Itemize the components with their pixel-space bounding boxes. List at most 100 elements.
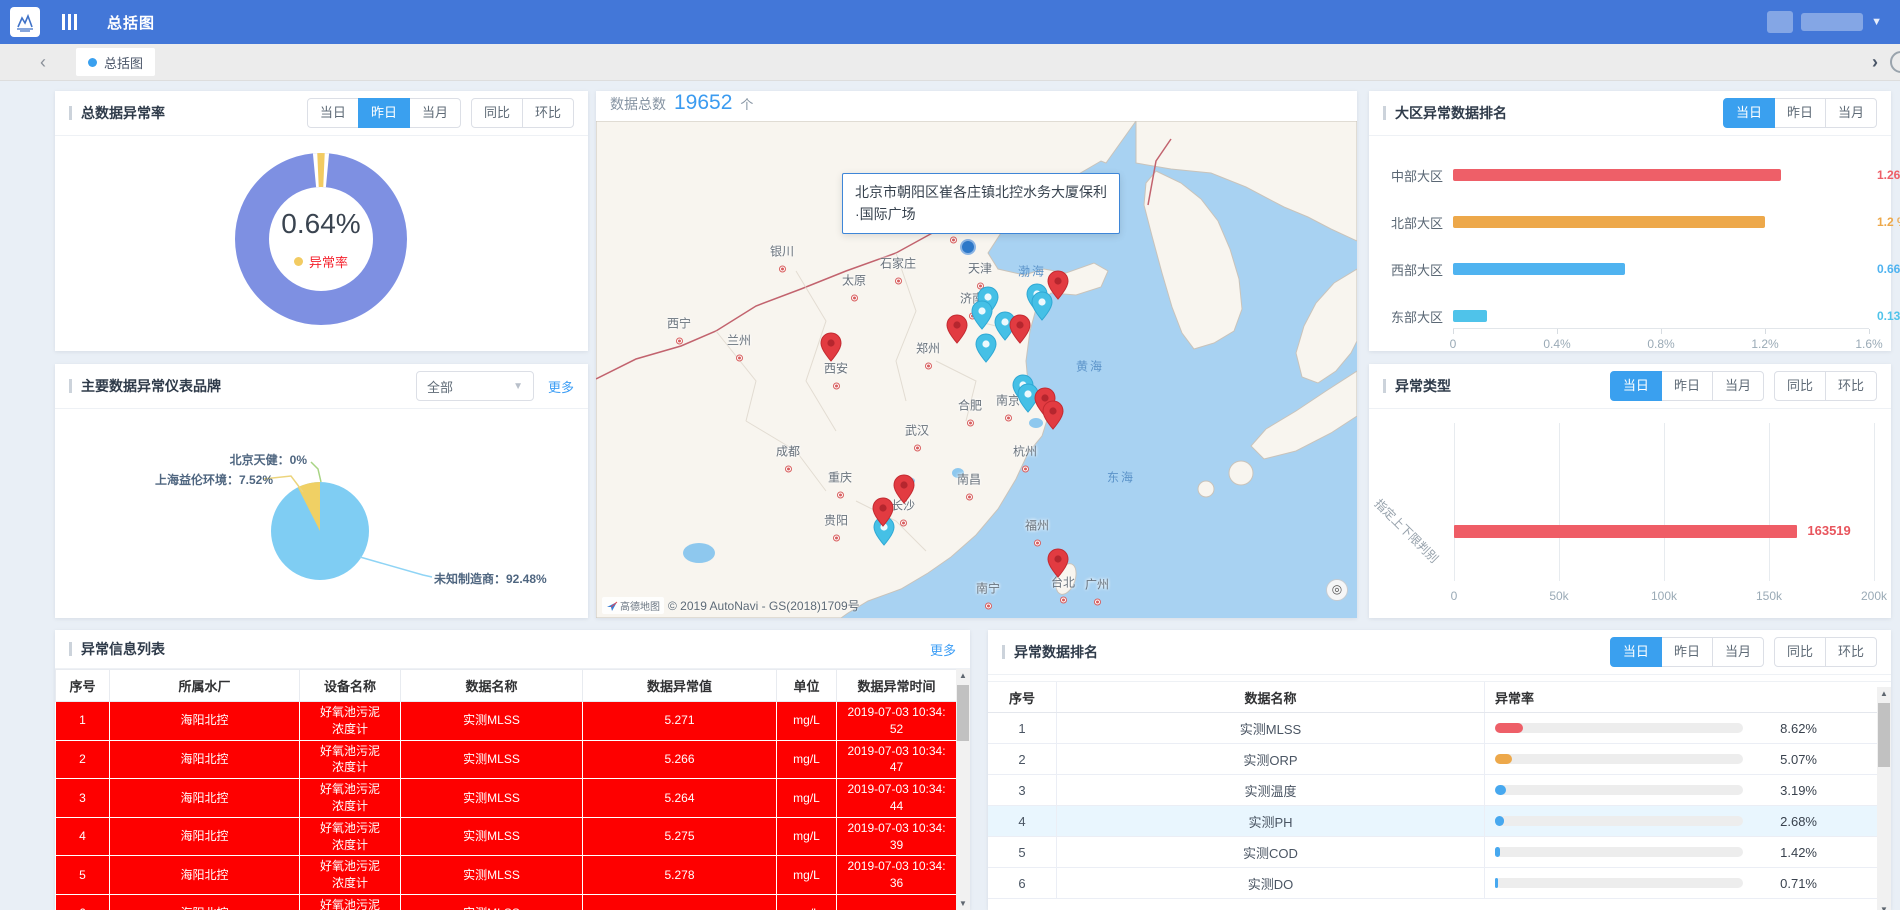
app-logo[interactable] — [10, 7, 40, 37]
tabs-scroll-right-icon[interactable]: › — [1860, 44, 1890, 80]
rank-table: 序号数据名称异常率1实测MLSS8.62%2实测ORP5.07%3实测温度3.1… — [988, 681, 1891, 899]
tab-overview[interactable]: 总括图 — [76, 48, 155, 76]
rank-row[interactable]: 1实测MLSS8.62% — [988, 713, 1891, 744]
compare-tab-环比[interactable]: 环比 — [1825, 637, 1877, 667]
alarm-row[interactable]: 2海阳北控好氧池污泥浓度计实测MLSS5.266mg/L2019-07-03 1… — [56, 740, 957, 779]
scroll-down-icon[interactable]: ▼ — [1877, 903, 1891, 910]
rank-row[interactable]: 2实测ORP5.07% — [988, 744, 1891, 775]
rank-row[interactable]: 6实测DO0.71% — [988, 868, 1891, 899]
type-category-label: 指定上下限判别 — [1371, 495, 1442, 566]
donut-chart-svg — [221, 139, 421, 339]
panel-brand-anomaly: 主要数据异常仪表品牌 全部 ▼ 更多 北京天健：0% 上海益伦环境：7.52% … — [55, 364, 588, 618]
compare-tab-环比[interactable]: 环比 — [522, 98, 574, 128]
alarm-table-wrap: 序号所属水厂设备名称数据名称数据异常值单位数据异常时间1海阳北控好氧池污泥浓度计… — [55, 669, 970, 910]
map-pin-red[interactable] — [1042, 400, 1064, 430]
top-navbar: 总括图 ▼ — [0, 0, 1900, 44]
map-pin-red[interactable] — [872, 497, 894, 527]
map-pin-red[interactable] — [1047, 270, 1069, 300]
panel-rank-tabs: 当日昨日当月同比环比 — [1610, 637, 1877, 667]
time-tab-当日[interactable]: 当日 — [1610, 637, 1662, 667]
user-menu-caret-icon[interactable]: ▼ — [1871, 16, 1882, 28]
time-tab-昨日[interactable]: 昨日 — [1661, 637, 1713, 667]
time-tab-昨日[interactable]: 昨日 — [358, 98, 410, 128]
tabs-refresh-icon[interactable] — [1890, 51, 1900, 73]
rank-col-header: 序号 — [988, 682, 1057, 712]
pie-label-shyl: 上海益伦环境：7.52% — [155, 471, 273, 488]
rank-row[interactable]: 3实测温度3.19% — [988, 775, 1891, 806]
panel-region-tabs: 当日昨日当月 — [1723, 98, 1877, 128]
map-pin-blue[interactable] — [975, 333, 997, 363]
type-bar — [1454, 525, 1797, 538]
alarm-more-link[interactable]: 更多 — [930, 640, 956, 659]
map-pin-red[interactable] — [1009, 314, 1031, 344]
time-tab-当月[interactable]: 当月 — [1712, 371, 1764, 401]
compare-tab-同比[interactable]: 同比 — [1774, 637, 1826, 667]
alarm-col-header: 数据异常时间 — [837, 670, 957, 702]
panel-brand-title: 主要数据异常仪表品牌 — [69, 376, 221, 396]
rank-row[interactable]: 5实测COD1.42% — [988, 837, 1891, 868]
panel-region-rank: 大区异常数据排名 当日昨日当月 中部大区1.26 %北部大区1.2 %西部大区0… — [1369, 91, 1891, 351]
time-tab-昨日[interactable]: 昨日 — [1774, 98, 1826, 128]
panel-region-title: 大区异常数据排名 — [1383, 103, 1507, 123]
map-pin-red[interactable] — [946, 314, 968, 344]
menu-toggle-icon[interactable] — [62, 14, 77, 30]
map-header: 数据总数 19652 个 — [596, 91, 1357, 121]
region-bar-row: 中部大区1.26 % — [1369, 153, 1891, 197]
page-title: 总括图 — [107, 12, 155, 33]
alarm-row[interactable]: 6海阳北控好氧池污泥浓度计实测MLSSmg/L — [56, 894, 957, 910]
alarm-row[interactable]: 5海阳北控好氧池污泥浓度计实测MLSS5.278mg/L2019-07-03 1… — [56, 856, 957, 895]
time-tab-当日[interactable]: 当日 — [307, 98, 359, 128]
map-total-value: 19652 — [674, 91, 732, 115]
time-tab-当月[interactable]: 当月 — [1825, 98, 1877, 128]
scroll-down-icon[interactable]: ▼ — [956, 897, 970, 910]
alarm-row[interactable]: 3海阳北控好氧池污泥浓度计实测MLSS5.264mg/L2019-07-03 1… — [56, 779, 957, 818]
user-avatar[interactable] — [1767, 11, 1793, 33]
map-locate-button[interactable]: ◎ — [1326, 579, 1348, 601]
tabs-scroll-left-icon[interactable]: ‹ — [28, 44, 58, 80]
panel-type-title: 异常类型 — [1383, 376, 1451, 396]
map-pin-red[interactable] — [893, 474, 915, 504]
rank-bar — [1495, 754, 1512, 764]
compare-tab-同比[interactable]: 同比 — [471, 98, 523, 128]
scroll-up-icon[interactable]: ▲ — [956, 669, 970, 683]
panel-anomaly-type: 异常类型 当日昨日当月同比环比 指定上下限判别 050k100k150k200k… — [1369, 364, 1891, 618]
time-tab-当月[interactable]: 当月 — [409, 98, 461, 128]
alarm-row[interactable]: 1海阳北控好氧池污泥浓度计实测MLSS5.271mg/L2019-07-03 1… — [56, 702, 957, 741]
alarm-row[interactable]: 4海阳北控好氧池污泥浓度计实测MLSS5.275mg/L2019-07-03 1… — [56, 817, 957, 856]
time-tab-昨日[interactable]: 昨日 — [1661, 371, 1713, 401]
alarm-col-header: 数据名称 — [401, 670, 583, 702]
page-tabbar: ‹ 总括图 › — [0, 44, 1900, 81]
brand-filter-value: 全部 — [427, 377, 453, 396]
user-name[interactable] — [1801, 13, 1863, 31]
map-pin-red[interactable] — [1047, 548, 1069, 578]
scroll-up-icon[interactable]: ▲ — [1877, 687, 1891, 701]
map-pin-blue[interactable] — [971, 300, 993, 330]
alarm-table: 序号所属水厂设备名称数据名称数据异常值单位数据异常时间1海阳北控好氧池污泥浓度计… — [55, 669, 957, 910]
alarm-col-header: 数据异常值 — [583, 670, 777, 702]
region-bar — [1453, 310, 1487, 322]
time-tab-当月[interactable]: 当月 — [1712, 637, 1764, 667]
alarm-col-header: 序号 — [56, 670, 110, 702]
region-bar-row: 北部大区1.2 % — [1369, 200, 1891, 244]
rank-bar — [1495, 816, 1504, 826]
rank-scrollbar[interactable]: ▲ ▼ — [1877, 687, 1891, 910]
brand-filter-select[interactable]: 全部 ▼ — [416, 371, 534, 401]
alarm-scrollbar[interactable]: ▲ ▼ — [956, 669, 970, 910]
time-tab-当日[interactable]: 当日 — [1610, 371, 1662, 401]
region-bar-chart: 中部大区1.26 %北部大区1.2 %西部大区0.66 %东部大区0.13 % … — [1369, 136, 1891, 352]
panel-rank-header: 异常数据排名 当日昨日当月同比环比 — [988, 630, 1891, 675]
tab-label: 总括图 — [104, 53, 143, 72]
time-tab-当日[interactable]: 当日 — [1723, 98, 1775, 128]
rank-row[interactable]: 4实测PH2.68% — [988, 806, 1891, 837]
compare-tab-环比[interactable]: 环比 — [1825, 371, 1877, 401]
map-pin-red[interactable] — [820, 332, 842, 362]
selected-city-marker[interactable] — [960, 239, 976, 255]
rank-bar — [1495, 785, 1506, 795]
type-bar-chart: 指定上下限判别 050k100k150k200k163519 — [1369, 409, 1891, 618]
compare-tab-同比[interactable]: 同比 — [1774, 371, 1826, 401]
brand-more-link[interactable]: 更多 — [548, 377, 574, 396]
map-copyright: © 2019 AutoNavi - GS(2018)1709号 — [668, 597, 860, 614]
panel-type-tabs: 当日昨日当月同比环比 — [1610, 371, 1877, 401]
china-map[interactable]: 北京市朝阳区崔各庄镇北控水务大厦保利·国际广场 高德地图 © 2019 Auto… — [596, 121, 1357, 618]
rank-col-header: 异常率 — [1485, 688, 1891, 707]
